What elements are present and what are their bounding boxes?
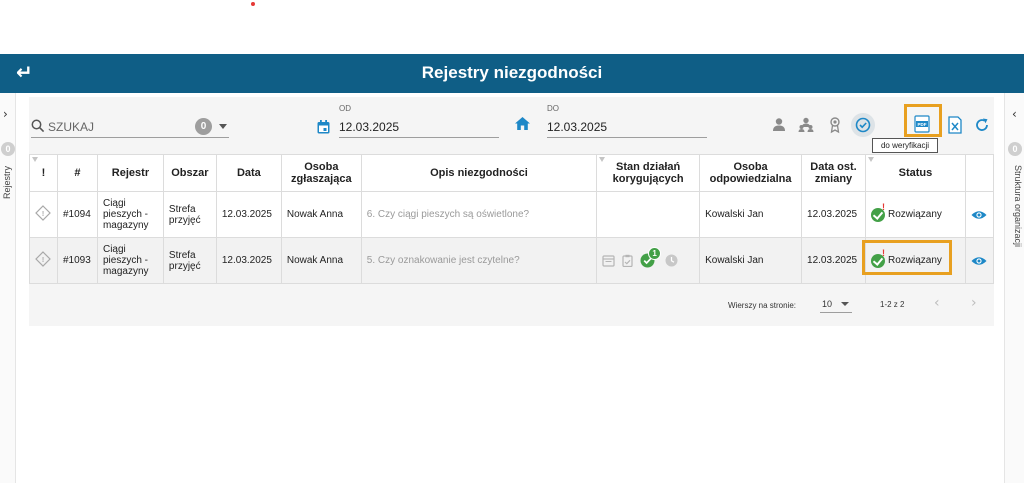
nonconformities-table: ! # Rejestr Obszar Data Osoba zgłaszając… <box>29 154 995 284</box>
row-registry: Ciągi pieszych - magazyny <box>96 237 164 284</box>
rows-per-page-select[interactable]: 10 <box>820 295 852 313</box>
filter-icon[interactable] <box>32 157 38 162</box>
warning-diamond-icon: ! <box>35 205 51 221</box>
row-date: 12.03.2025 <box>215 237 282 284</box>
row-last-change: 12.03.2025 <box>801 237 866 284</box>
status-label: Rozwiązany <box>888 209 942 220</box>
filter-icon[interactable] <box>599 157 606 162</box>
tooltip: do weryfikacji <box>872 138 938 153</box>
clipboard-check-icon[interactable] <box>621 254 634 267</box>
row-reporter: Nowak Anna <box>280 191 362 238</box>
column-header-area[interactable]: Obszar <box>162 154 217 192</box>
date-to-field[interactable]: DO 12.03.2025 <box>547 104 707 138</box>
svg-text:!: ! <box>42 211 44 218</box>
excel-export-icon[interactable] <box>946 116 964 134</box>
page-title: Rejestry niezgodności <box>421 63 603 82</box>
eye-icon[interactable] <box>971 210 987 220</box>
date-to-label: DO <box>547 104 559 113</box>
table-row[interactable]: ! #1093 Ciągi pieszych - magazyny Strefa… <box>29 237 995 284</box>
alert-mark-icon: ! <box>882 201 885 212</box>
row-area: Strefa przyjęć <box>162 237 217 284</box>
table-row[interactable]: ! #1094 Ciągi pieszych - magazyny Strefa… <box>29 191 995 238</box>
search-field[interactable]: SZUKAJ 0 <box>31 118 229 138</box>
row-corrective-actions <box>596 191 701 238</box>
date-from-label: OD <box>339 104 351 113</box>
chevron-down-icon[interactable] <box>219 124 227 129</box>
column-header-description[interactable]: Opis niezgodności <box>360 154 598 192</box>
org-structure-label: Struktura organizacji <box>1013 165 1023 248</box>
row-responsible: Kowalski Jan <box>699 237 803 284</box>
row-view-cell <box>964 237 995 284</box>
column-header-flag[interactable]: ! <box>29 154 58 192</box>
row-responsible: Kowalski Jan <box>699 191 803 238</box>
refresh-icon[interactable] <box>973 116 991 134</box>
chevron-left-icon[interactable]: ‹ <box>1012 107 1017 121</box>
registries-count-badge: 0 <box>1 142 15 156</box>
search-count-badge: 0 <box>195 118 212 135</box>
home-icon[interactable] <box>515 117 530 130</box>
registries-label: Rejestry <box>2 165 12 199</box>
previous-page-button[interactable]: ‹ <box>934 295 940 311</box>
completed-actions-indicator[interactable]: 1 <box>640 247 662 268</box>
right-side-panel-org-structure[interactable]: ‹ 0 Struktura organizacji <box>1004 93 1024 483</box>
row-registry: Ciągi pieszych - magazyny <box>96 191 164 238</box>
rows-per-page-label: Wierszy na stronie: <box>728 301 797 310</box>
row-date: 12.03.2025 <box>215 191 282 238</box>
eye-icon[interactable] <box>971 256 987 266</box>
chevron-down-icon <box>841 302 849 306</box>
column-header-reporter[interactable]: Osoba zgłaszająca <box>280 154 362 192</box>
app-header: ↵ Rejestry niezgodności <box>0 54 1024 93</box>
column-header-date[interactable]: Data <box>215 154 282 192</box>
row-number: #1094 <box>56 191 98 238</box>
column-header-registry[interactable]: Rejestr <box>96 154 164 192</box>
filter-icon[interactable] <box>868 157 874 162</box>
column-header-status[interactable]: Status <box>865 154 966 192</box>
red-dot-marker <box>251 2 255 6</box>
column-header-responsible[interactable]: Osoba odpowiedzialna <box>699 154 803 192</box>
verified-filter-toggle[interactable] <box>851 113 875 137</box>
column-header-number[interactable]: # <box>56 154 98 192</box>
row-flag-cell: ! <box>29 191 58 238</box>
row-last-change: 12.03.2025 <box>801 191 866 238</box>
row-reporter: Nowak Anna <box>280 237 362 284</box>
person-icon[interactable] <box>770 116 788 134</box>
row-description: 6. Czy ciągi pieszych są oświetlone? <box>360 191 598 238</box>
left-side-panel-registries[interactable]: › 0 Rejestry <box>0 93 16 483</box>
row-view-cell <box>964 191 995 238</box>
resolved-check-icon: ! <box>871 202 885 222</box>
column-header-last-change[interactable]: Data ost. zmiany <box>801 154 866 192</box>
status-highlight-frame <box>862 240 952 275</box>
award-icon[interactable] <box>826 116 844 134</box>
row-number: #1093 <box>56 237 98 284</box>
date-from-field[interactable]: OD 12.03.2025 <box>339 104 499 138</box>
calendar-icon[interactable] <box>317 120 330 134</box>
rows-per-page-value: 10 <box>822 299 833 309</box>
table-header-row: ! # Rejestr Obszar Data Osoba zgłaszając… <box>29 154 995 192</box>
search-icon <box>31 119 45 133</box>
page-range: 1-2 z 2 <box>880 300 905 309</box>
chevron-right-icon[interactable]: › <box>3 107 8 121</box>
org-structure-count-badge: 0 <box>1008 142 1022 156</box>
row-status: ! Rozwiązany <box>865 191 966 238</box>
check-circle-icon <box>855 117 871 133</box>
date-from-value[interactable]: 12.03.2025 <box>339 120 399 134</box>
next-page-button[interactable]: › <box>971 295 977 311</box>
team-icon[interactable] <box>797 116 815 134</box>
row-corrective-actions: 1 <box>596 237 701 284</box>
column-header-actions <box>964 154 995 192</box>
table-pagination: Wierszy na stronie: 10 1-2 z 2 ‹ › <box>29 283 994 326</box>
svg-text:!: ! <box>42 257 44 264</box>
warning-diamond-icon: ! <box>35 251 51 267</box>
date-to-value[interactable]: 12.03.2025 <box>547 120 607 134</box>
row-flag-cell: ! <box>29 237 58 284</box>
clock-icon[interactable] <box>665 254 678 267</box>
search-input[interactable]: SZUKAJ <box>48 120 94 134</box>
column-header-corrective-actions[interactable]: Stan działań korygujących <box>596 154 701 192</box>
row-description: 5. Czy oznakowanie jest czytelne? <box>360 237 598 284</box>
actions-count-badge: 1 <box>648 247 662 260</box>
calendar-list-icon[interactable] <box>602 254 615 267</box>
pdf-highlight-frame <box>904 104 942 137</box>
row-area: Strefa przyjęć <box>162 191 217 238</box>
